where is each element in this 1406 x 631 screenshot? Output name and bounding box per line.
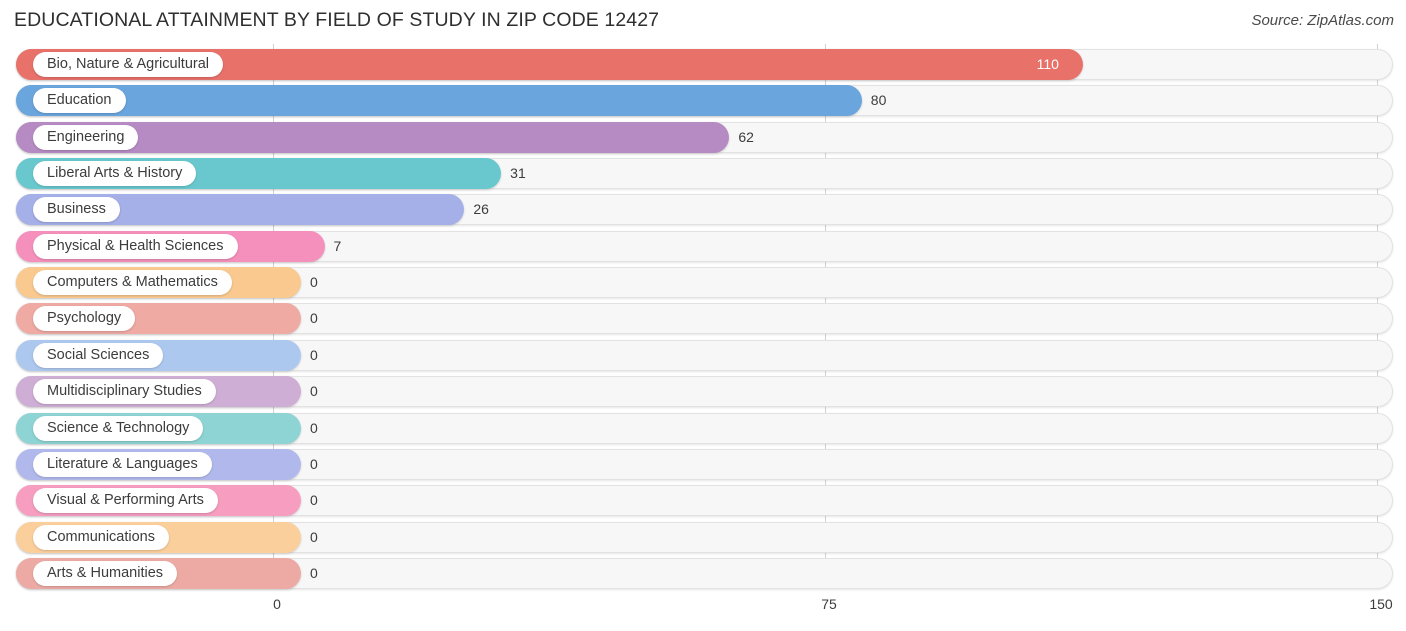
bar-value-label: 80: [870, 92, 887, 109]
bar[interactable]: [16, 85, 862, 117]
chart-row[interactable]: Computers & Mathematics 0: [16, 267, 1393, 299]
chart-row[interactable]: Education 80: [16, 85, 1393, 117]
category-label: Multidisciplinary Studies: [33, 379, 216, 405]
category-label: Liberal Arts & History: [33, 161, 197, 187]
category-label: Education: [33, 88, 126, 114]
bar-value-label: 0: [310, 310, 318, 327]
category-label: Science & Technology: [33, 415, 204, 441]
bar-value-label: 7: [333, 237, 342, 254]
category-label: Bio, Nature & Agricultural: [33, 52, 223, 77]
category-label: Social Sciences: [33, 342, 164, 368]
bar-value-label: 0: [310, 274, 318, 291]
bar-value-label: 0: [310, 455, 318, 472]
bar-value-label: 0: [310, 383, 318, 400]
chart-row[interactable]: Psychology 0: [16, 303, 1393, 335]
bar-value-label: 0: [310, 346, 318, 363]
source-attribution: Source: ZipAtlas.com: [1251, 12, 1394, 29]
category-label: Communications: [33, 524, 169, 550]
chart-plot-area: Bio, Nature & Agricultural 110 Education 80…: [0, 44, 1406, 589]
chart-row[interactable]: Liberal Arts & History 31: [16, 158, 1393, 190]
bar-value-label: 0: [310, 564, 318, 581]
chart-row[interactable]: Engineering 62: [16, 121, 1393, 153]
chart-header: EDUCATIONAL ATTAINMENT BY FIELD OF STUDY…: [0, 0, 1406, 44]
chart-row[interactable]: Business 26: [16, 194, 1393, 226]
category-label: Visual & Performing Arts: [33, 488, 218, 514]
category-label: Engineering: [33, 124, 139, 150]
bar-value-label: 0: [310, 419, 318, 436]
bar-value-label: 31: [510, 165, 526, 182]
bar-value-label: 0: [310, 528, 318, 545]
chart-row[interactable]: Physical & Health Sciences 7: [16, 230, 1393, 262]
chart-row[interactable]: Visual & Performing Arts 0: [16, 485, 1393, 517]
category-label: Physical & Health Sciences: [33, 233, 238, 259]
chart-row[interactable]: Literature & Languages 0: [16, 448, 1393, 480]
category-label: Business: [33, 197, 120, 223]
axis-tick-label: 0: [273, 596, 281, 612]
x-axis: 0 75 150: [0, 589, 1406, 631]
chart-row[interactable]: Arts & Humanities 0: [16, 557, 1393, 589]
bar-value-label: 26: [473, 201, 489, 218]
category-label: Arts & Humanities: [33, 560, 178, 586]
axis-tick-label: 150: [1369, 596, 1393, 612]
chart-row[interactable]: Bio, Nature & Agricultural 110: [16, 49, 1393, 80]
chart-row[interactable]: Social Sciences 0: [16, 339, 1393, 371]
bar-value-label: 0: [310, 492, 318, 509]
bar-value-label: 110: [1036, 56, 1059, 72]
chart-row[interactable]: Science & Technology 0: [16, 412, 1393, 444]
category-label: Computers & Mathematics: [33, 270, 232, 296]
axis-tick-label: 75: [821, 596, 837, 612]
chart-row[interactable]: Multidisciplinary Studies 0: [16, 376, 1393, 408]
chart-row[interactable]: Communications 0: [16, 521, 1393, 553]
page-title: EDUCATIONAL ATTAINMENT BY FIELD OF STUDY…: [14, 9, 660, 31]
bar-value-label: 62: [738, 128, 754, 145]
category-label: Psychology: [33, 306, 136, 332]
category-label: Literature & Languages: [33, 451, 212, 477]
